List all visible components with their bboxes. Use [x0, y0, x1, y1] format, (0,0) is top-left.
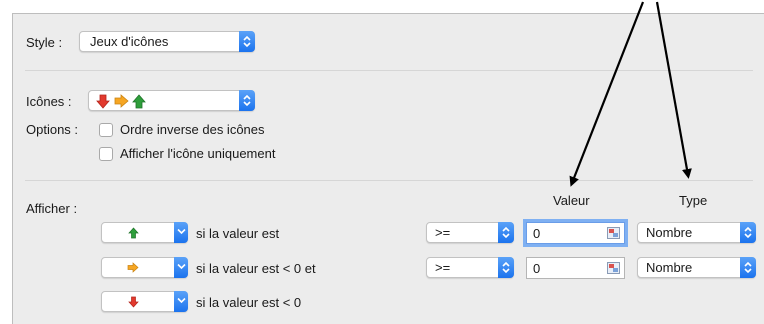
annotation-arrows [569, 1, 692, 187]
annotation-arrow-value [569, 1, 645, 187]
annotation-arrow-type [655, 1, 692, 179]
